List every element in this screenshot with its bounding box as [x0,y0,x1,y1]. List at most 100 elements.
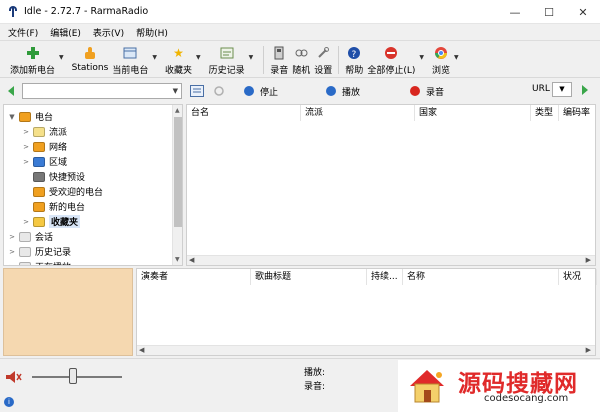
back-arrow-icon[interactable] [8,86,14,96]
url-label: URL [532,84,550,94]
station-combo[interactable]: ▼ [22,83,182,99]
tree-item[interactable]: > 收藏夹 [22,214,81,229]
horizontal-scrollbar[interactable]: ◀ ▶ [187,255,595,265]
stop-button[interactable]: 停止 [244,85,278,98]
expand-right-icon[interactable]: > [22,143,30,151]
folder-icon [33,216,45,227]
column-header-bitrate[interactable]: 编码率 [559,105,595,121]
tree-item[interactable]: > 历史记录 [8,244,71,259]
close-button[interactable]: ✕ [566,0,600,24]
settings-button[interactable]: 设置 [314,42,332,76]
refresh-icon[interactable] [212,85,226,97]
tree-item[interactable]: 受欢迎的电台 [22,184,103,199]
menu-bar: 文件(F) 编辑(E) 表示(V) 帮助(H) [0,25,600,41]
current-station-button[interactable]: 当前电台 [112,42,148,76]
column-header-label[interactable]: 名称 [403,269,559,285]
tree-item[interactable]: > 流派 [22,124,67,139]
info-icon[interactable]: i [4,397,14,407]
column-header-duration[interactable]: 持续... [367,269,403,285]
expand-down-icon[interactable]: ▼ [8,113,16,121]
expand-right-icon[interactable]: > [22,128,30,136]
browse-label: 浏览 [431,66,450,76]
stations-label: Stations [71,63,109,73]
add-station-dropdown-icon[interactable]: ▼ [59,54,64,61]
track-horizontal-scrollbar[interactable]: ◀ ▶ [137,345,595,355]
volume-slider-track[interactable] [32,376,122,378]
expand-right-icon[interactable]: > [22,218,30,226]
address-record-button[interactable]: 录音 [410,85,444,98]
column-header-name[interactable]: 台名 [187,105,301,121]
tree-item-label: 电台 [35,113,54,123]
address-bar: ▼ 停止 播放 录音 URL ▼ [0,80,600,102]
tree-item-label: 新的电台 [49,203,86,213]
watermark-url: codesocang.com [484,393,569,404]
url-dropdown[interactable]: ▼ [552,82,572,97]
expand-right-icon[interactable]: > [8,263,16,266]
playing-label: 播放: [304,368,326,378]
random-button[interactable]: 随机 [292,42,310,76]
column-header-genre[interactable]: 流派 [301,105,415,121]
forward-arrow-icon[interactable] [582,85,588,95]
record-button[interactable]: 录音 [270,42,288,76]
title-bar: Idle - 2.72.7 - RarmaRadio — ☐ ✕ [0,0,600,24]
column-header-status[interactable]: 状况 [559,269,597,285]
add-station-button[interactable]: 添加新电台 [10,42,55,76]
current-station-label: 当前电台 [112,66,149,76]
browse-dropdown-icon[interactable]: ▼ [454,54,459,61]
menu-view[interactable]: 表示(V) [93,26,124,39]
expand-right-icon[interactable]: > [8,233,16,241]
tree-item[interactable]: 新的电台 [22,199,85,214]
history-icon [219,45,235,61]
chevron-down-icon[interactable]: ▼ [173,87,178,95]
favorites-button[interactable]: ★ 收藏夹 [165,42,192,76]
favorites-label: 收藏夹 [164,66,192,76]
mute-speaker-icon[interactable] [6,371,22,383]
app-icon [8,5,18,18]
stop-all-dropdown-icon[interactable]: ▼ [419,54,424,61]
random-label: 随机 [292,66,311,76]
column-header-title[interactable]: 歌曲标题 [251,269,367,285]
expand-right-icon[interactable]: > [8,248,16,256]
category-tree: ▼ 电台 > 流派 > 网络 > 区域快捷预设受欢迎的电台新的电台 > 收藏夹 > 会话 > 历史记录 > 正… [3,104,183,266]
help-button[interactable]: ? 帮助 [345,42,363,76]
folder-icon [33,201,45,212]
folder-icon [19,246,31,257]
stations-button[interactable]: Stations [71,42,109,73]
menu-edit[interactable]: 编辑(E) [50,26,81,39]
browse-button[interactable]: 浏览 [432,42,450,76]
folder-icon [19,111,31,122]
tree-item[interactable]: > 网络 [22,139,67,154]
column-header-artist[interactable]: 演奏者 [137,269,251,285]
settings-label: 设置 [314,66,333,76]
minimize-button[interactable]: — [498,0,532,24]
favorites-dropdown-icon[interactable]: ▼ [196,54,201,61]
station-logo-panel [3,268,133,356]
tree-item-label: 历史记录 [35,248,72,258]
help-icon: ? [346,45,362,61]
tree-item[interactable]: ▼ 电台 [8,109,53,124]
watermark: 源码搜藏网 codesocang.com [398,360,600,412]
wrench-icon [315,45,331,61]
stop-all-icon [383,45,399,61]
history-dropdown-icon[interactable]: ▼ [249,54,254,61]
history-button[interactable]: 历史记录 [209,42,245,76]
tree-vertical-scrollbar[interactable]: ▲ ▼ [172,105,182,265]
tree-item[interactable]: > 区域 [22,154,67,169]
column-header-country[interactable]: 国家 [415,105,531,121]
current-station-dropdown-icon[interactable]: ▼ [152,54,157,61]
list-view-icon[interactable] [190,85,204,97]
tree-item[interactable]: > 会话 [8,229,53,244]
play-button[interactable]: 播放 [326,85,360,98]
tree-item-label: 会话 [35,233,54,243]
maximize-button[interactable]: ☐ [532,0,566,24]
add-station-label: 添加新电台 [10,66,56,76]
menu-file[interactable]: 文件(F) [8,26,38,39]
folder-icon [33,126,45,137]
column-header-type[interactable]: 类型 [531,105,559,121]
menu-help[interactable]: 帮助(H) [136,26,168,39]
tree-item[interactable]: 快捷预设 [22,169,85,184]
stop-all-button[interactable]: 全部停止(L) [367,42,415,76]
volume-slider-thumb[interactable] [68,368,77,384]
tree-item[interactable]: > 正在播放 [8,259,71,266]
expand-right-icon[interactable]: > [22,158,30,166]
